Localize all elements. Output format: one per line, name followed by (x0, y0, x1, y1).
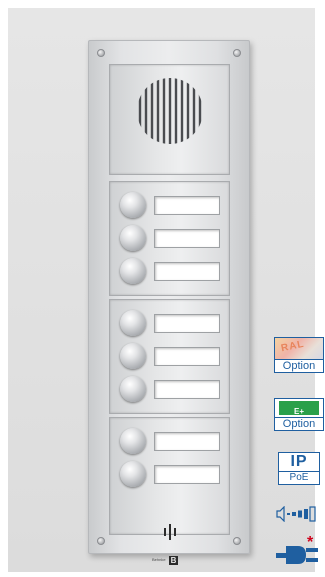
eplus-swatch-icon: E+ (279, 401, 319, 416)
name-plate-7[interactable] (154, 432, 220, 451)
screw-top-right (233, 49, 241, 57)
volume-level-icon (276, 506, 316, 522)
ip-text: IP (290, 453, 308, 470)
bell-button-1[interactable] (120, 192, 146, 218)
bell-button-2[interactable] (120, 225, 146, 251)
name-plate-4[interactable] (154, 314, 220, 333)
name-plate-6[interactable] (154, 380, 220, 399)
name-plate-1[interactable] (154, 196, 220, 215)
name-plate-5[interactable] (154, 347, 220, 366)
name-plate-8[interactable] (154, 465, 220, 484)
eplus-option-badge: E+ Option (274, 398, 324, 431)
ral-option-label: Option (275, 359, 323, 372)
plug-marker-star: * (307, 534, 314, 551)
speaker-module (109, 64, 230, 175)
ip-poe-badge: IP PoE (278, 452, 320, 485)
bell-button-5[interactable] (120, 343, 146, 369)
button-module-2 (109, 299, 230, 414)
brand-logo-text: Behnke (152, 557, 166, 562)
ral-color-option-badge: RAL Option (274, 337, 324, 373)
bell-button-7[interactable] (120, 428, 146, 454)
screw-top-left (97, 49, 105, 57)
intercom-faceplate: Behnke B (88, 40, 250, 565)
eplus-swatch-text: E+ (293, 407, 304, 416)
eplus-option-label: Option (275, 417, 323, 430)
bell-button-6[interactable] (120, 376, 146, 402)
microphone-icon (164, 524, 176, 540)
screw-bottom-left (97, 537, 105, 545)
power-plug-icon: * (276, 534, 322, 570)
name-plate-2[interactable] (154, 229, 220, 248)
ral-swatch-text: RAL (280, 338, 306, 355)
ral-color-swatch-icon: RAL (275, 338, 323, 359)
poe-label: PoE (279, 471, 319, 484)
bell-button-8[interactable] (120, 461, 146, 487)
bell-button-3[interactable] (120, 258, 146, 284)
button-module-1 (109, 181, 230, 296)
brand-logo: Behnke B (138, 555, 202, 565)
bell-button-4[interactable] (120, 310, 146, 336)
name-plate-3[interactable] (154, 262, 220, 281)
screw-bottom-right (233, 537, 241, 545)
brand-logo-mark: B (169, 555, 178, 565)
speaker-grille-icon (138, 78, 202, 144)
button-module-3: Behnke B (109, 417, 230, 565)
plug-shape-icon (276, 546, 318, 564)
